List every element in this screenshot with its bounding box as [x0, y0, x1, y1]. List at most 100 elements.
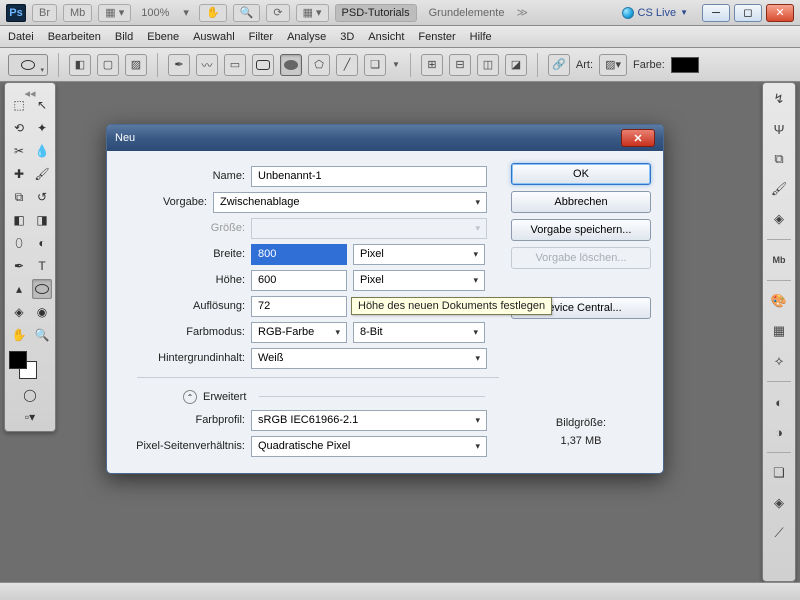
- tools-collapse[interactable]: ◂◂: [9, 87, 51, 95]
- breite-input[interactable]: [251, 244, 347, 265]
- paths-mode[interactable]: ▢: [97, 54, 119, 76]
- tool-pen[interactable]: ✒: [9, 256, 29, 276]
- screen-mode-toggle[interactable]: ▫▾: [20, 407, 40, 427]
- panel-character[interactable]: ↯: [767, 87, 791, 111]
- panel-channels[interactable]: ◈: [767, 491, 791, 515]
- color-swatch[interactable]: [671, 57, 699, 73]
- tool-hand[interactable]: ✋: [9, 325, 29, 345]
- shape-layers-mode[interactable]: ◧: [69, 54, 91, 76]
- view-zoom-button[interactable]: 🔍: [233, 4, 261, 22]
- cs-live-button[interactable]: CS Live ▼: [622, 7, 688, 19]
- panel-clone[interactable]: ⧉: [767, 147, 791, 171]
- tool-3d[interactable]: ◈: [9, 302, 29, 322]
- tool-eyedropper[interactable]: 💧: [32, 141, 52, 161]
- tool-eraser[interactable]: ◧: [9, 210, 29, 230]
- workspace-more[interactable]: ≫: [516, 6, 528, 19]
- shape-line[interactable]: ╱: [336, 54, 358, 76]
- menu-fenster[interactable]: Fenster: [418, 31, 455, 43]
- shape-options-dropdown[interactable]: ▼: [392, 60, 400, 69]
- hoehe-input[interactable]: [251, 270, 347, 291]
- arrange-button[interactable]: ▦ ▾: [296, 4, 329, 22]
- shape-polygon[interactable]: ⬠: [308, 54, 330, 76]
- hoehe-unit-combo[interactable]: Pixel: [353, 270, 485, 291]
- menu-analyse[interactable]: Analyse: [287, 31, 326, 43]
- aufloesung-input[interactable]: [251, 296, 347, 317]
- zoom-level[interactable]: 100%: [137, 7, 173, 19]
- color-swatches[interactable]: [9, 351, 43, 381]
- tool-history-brush[interactable]: ↺: [32, 187, 52, 207]
- fill-pixels-mode[interactable]: ▨: [125, 54, 147, 76]
- menu-bearbeiten[interactable]: Bearbeiten: [48, 31, 101, 43]
- window-minimize[interactable]: ─: [702, 4, 730, 22]
- menu-auswahl[interactable]: Auswahl: [193, 31, 235, 43]
- farbmodus-combo[interactable]: RGB-Farbe: [251, 322, 347, 343]
- menu-filter[interactable]: Filter: [249, 31, 273, 43]
- tool-crop[interactable]: ✂: [9, 141, 29, 161]
- window-close[interactable]: ✕: [766, 4, 794, 22]
- tool-zoom[interactable]: 🔍: [32, 325, 52, 345]
- panel-color[interactable]: 🎨: [767, 289, 791, 313]
- path-intersect[interactable]: ◫: [477, 54, 499, 76]
- menu-ebene[interactable]: Ebene: [147, 31, 179, 43]
- workspace-grundelemente[interactable]: Grundelemente: [423, 4, 511, 22]
- path-add[interactable]: ⊞: [421, 54, 443, 76]
- workspace-psdtutorials[interactable]: PSD-Tutorials: [335, 4, 417, 22]
- tool-move[interactable]: ↖: [32, 95, 52, 115]
- screen-mode-button[interactable]: ▦ ▾: [98, 4, 131, 22]
- tool-blur[interactable]: ⬯: [9, 233, 29, 253]
- tool-wand[interactable]: ✦: [32, 118, 52, 138]
- view-hand-button[interactable]: ✋: [199, 4, 227, 22]
- pen-option[interactable]: ✒: [168, 54, 190, 76]
- panel-masks[interactable]: ◑: [767, 420, 791, 444]
- path-exclude[interactable]: ◪: [505, 54, 527, 76]
- style-picker[interactable]: ▨▾: [599, 54, 627, 76]
- panel-3d[interactable]: ◈: [767, 207, 791, 231]
- freeform-pen-option[interactable]: 〰: [196, 54, 218, 76]
- breite-unit-combo[interactable]: Pixel: [353, 244, 485, 265]
- tool-lasso[interactable]: ⟲: [9, 118, 29, 138]
- name-input[interactable]: [251, 166, 487, 187]
- hintergrund-combo[interactable]: Weiß: [251, 348, 487, 369]
- shape-roundrect[interactable]: [252, 54, 274, 76]
- menu-datei[interactable]: Datei: [8, 31, 34, 43]
- panel-swatches[interactable]: ▦: [767, 319, 791, 343]
- tool-3d-camera[interactable]: ◉: [32, 302, 52, 322]
- tool-shape-ellipse[interactable]: [32, 279, 52, 299]
- tool-marquee[interactable]: ⬚: [9, 95, 29, 115]
- abbrechen-button[interactable]: Abbrechen: [511, 191, 651, 213]
- menu-3d[interactable]: 3D: [340, 31, 354, 43]
- menu-ansicht[interactable]: Ansicht: [368, 31, 404, 43]
- tool-brush[interactable]: 🖌: [32, 164, 52, 184]
- panel-paths[interactable]: ⟋: [767, 521, 791, 545]
- shape-rect[interactable]: ▭: [224, 54, 246, 76]
- tool-gradient[interactable]: ◨: [32, 210, 52, 230]
- tool-stamp[interactable]: ⧉: [9, 187, 29, 207]
- style-link[interactable]: 🔗: [548, 54, 570, 76]
- path-subtract[interactable]: ⊟: [449, 54, 471, 76]
- bridge-button[interactable]: Br: [32, 4, 57, 22]
- ok-button[interactable]: OK: [511, 163, 651, 185]
- panel-styles[interactable]: ⟡: [767, 349, 791, 373]
- dialog-title-bar[interactable]: Neu ✕: [107, 125, 663, 151]
- panel-minibridge[interactable]: Mb: [767, 248, 791, 272]
- vorgabe-combo[interactable]: Zwischenablage: [213, 192, 487, 213]
- window-maximize[interactable]: ◻: [734, 4, 762, 22]
- shape-ellipse[interactable]: [280, 54, 302, 76]
- minibridge-button[interactable]: Mb: [63, 4, 92, 22]
- foreground-swatch[interactable]: [9, 351, 27, 369]
- panel-brush-presets[interactable]: 🖌: [767, 177, 791, 201]
- pixelsv-combo[interactable]: Quadratische Pixel: [251, 436, 487, 457]
- tool-heal[interactable]: ✚: [9, 164, 29, 184]
- panel-adjustments[interactable]: ◐: [767, 390, 791, 414]
- view-rotate-button[interactable]: ⟳: [266, 4, 289, 22]
- tool-dodge[interactable]: ◐: [32, 233, 52, 253]
- shape-custom[interactable]: ❏: [364, 54, 386, 76]
- menu-hilfe[interactable]: Hilfe: [470, 31, 492, 43]
- menu-bild[interactable]: Bild: [115, 31, 133, 43]
- quick-mask[interactable]: ◯: [20, 385, 40, 405]
- tool-preset-picker[interactable]: [8, 54, 48, 76]
- panel-layers[interactable]: ❏: [767, 461, 791, 485]
- farbprofil-combo[interactable]: sRGB IEC61966-2.1: [251, 410, 487, 431]
- dialog-close-button[interactable]: ✕: [621, 129, 655, 147]
- panel-brushes[interactable]: Ψ: [767, 117, 791, 141]
